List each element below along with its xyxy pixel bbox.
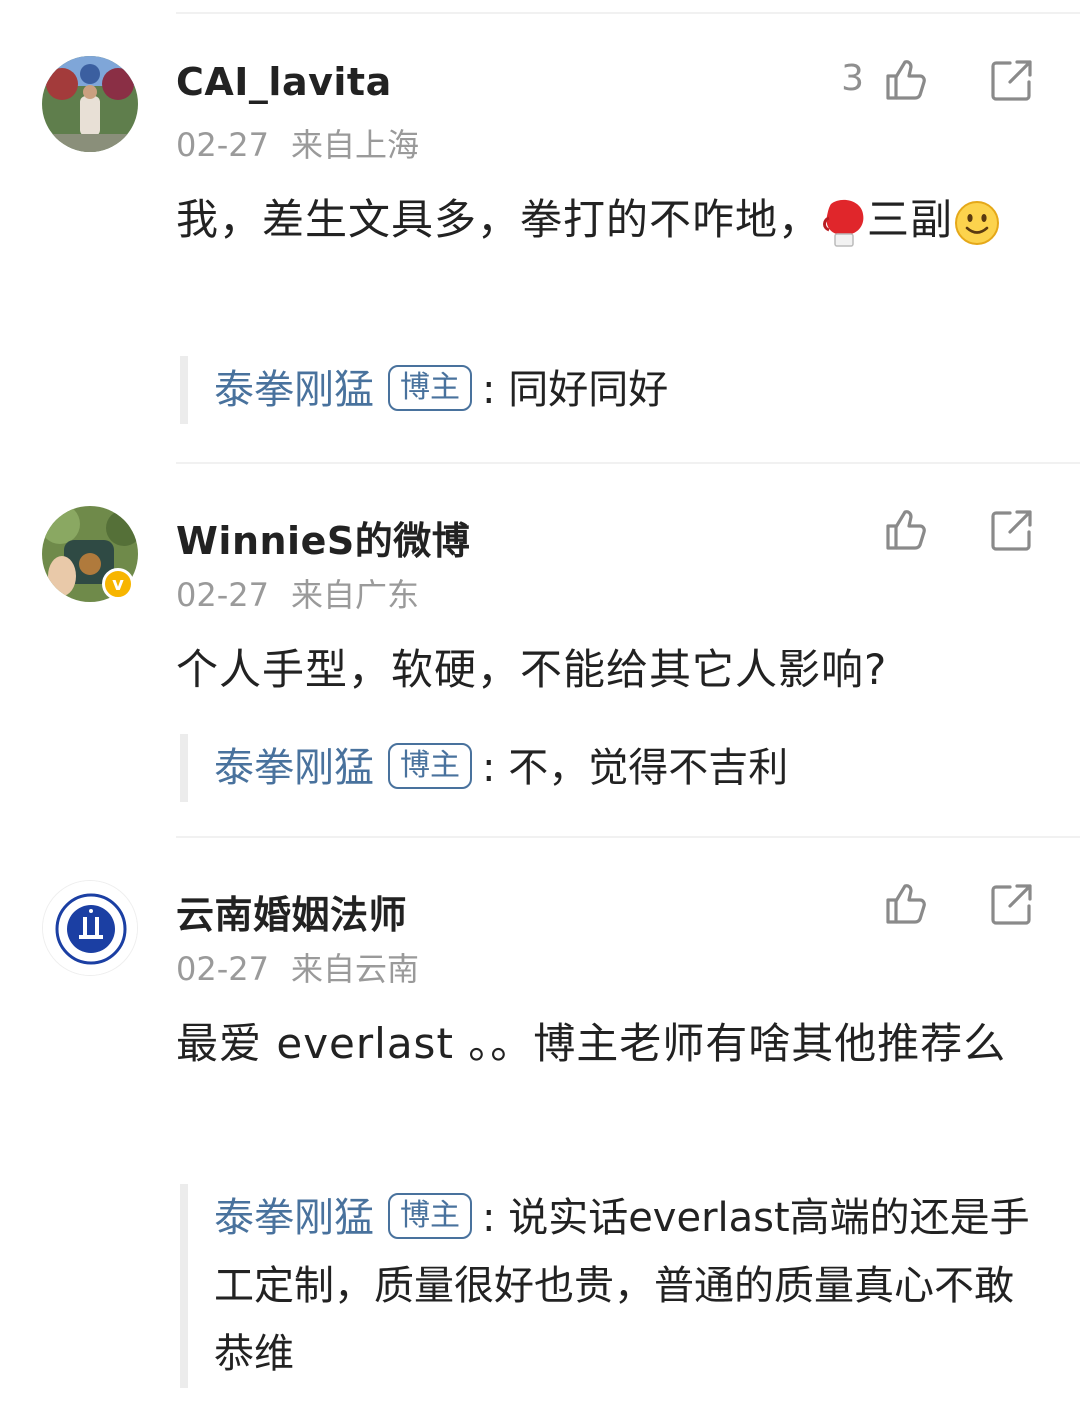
reply-text: 不，觉得不吉利 bbox=[508, 745, 789, 791]
comment-text: 最爱 everlast 。。博主老师有啥其他推荐么 bbox=[176, 1019, 1007, 1068]
reply-separator: : bbox=[482, 367, 496, 413]
comment-meta: 02-27 来自云南 bbox=[176, 944, 419, 990]
comment-text: 我，差生文具多，拳打的不咋地， 三副 bbox=[176, 182, 1036, 258]
avatar[interactable] bbox=[42, 880, 138, 976]
reply-text: 同好同好 bbox=[508, 367, 669, 413]
comment-text-part: 三副 bbox=[867, 195, 954, 244]
avatar[interactable] bbox=[42, 56, 138, 152]
comment-date: 02-27 bbox=[176, 126, 269, 164]
blogger-tag: 博主 bbox=[388, 365, 472, 411]
share-icon[interactable] bbox=[988, 56, 1036, 104]
boxing-glove-icon bbox=[823, 199, 864, 247]
blogger-reply[interactable]: 泰拳刚猛 博主: 说实话everlast高端的还是手工定制，质量很好也贵，普通的质… bbox=[180, 1184, 1050, 1388]
share-icon[interactable] bbox=[988, 506, 1036, 554]
blogger-reply[interactable]: 泰拳刚猛 博主: 同好同好 bbox=[180, 356, 1050, 424]
reply-author[interactable]: 泰拳刚猛 bbox=[214, 1195, 374, 1241]
comment-date: 02-27 bbox=[176, 950, 269, 988]
top-divider bbox=[176, 12, 1080, 14]
like-count: 3 bbox=[841, 58, 864, 99]
thumbs-up-icon[interactable] bbox=[882, 56, 930, 104]
thumbs-up-icon[interactable] bbox=[882, 880, 930, 928]
blogger-tag: 博主 bbox=[388, 1193, 472, 1239]
comment-date: 02-27 bbox=[176, 576, 269, 614]
comment-location: 来自云南 bbox=[290, 950, 419, 988]
comment-meta: 02-27 来自广东 bbox=[176, 570, 419, 616]
comment-location: 来自上海 bbox=[290, 126, 419, 164]
comment-location: 来自广东 bbox=[290, 576, 419, 614]
username[interactable]: WinnieS的微博 bbox=[176, 510, 470, 565]
comment-meta: 02-27 来自上海 bbox=[176, 120, 419, 166]
reply-separator: : bbox=[482, 745, 496, 791]
blogger-reply[interactable]: 泰拳刚猛 博主: 不，觉得不吉利 bbox=[180, 734, 1050, 802]
comment-text-part: 我，差生文具多，拳打的不咋地， bbox=[176, 195, 822, 244]
comment-divider bbox=[176, 836, 1080, 838]
reply-author[interactable]: 泰拳刚猛 bbox=[214, 745, 374, 791]
reply-author[interactable]: 泰拳刚猛 bbox=[214, 367, 374, 413]
share-icon[interactable] bbox=[988, 880, 1036, 928]
username[interactable]: CAI_lavita bbox=[176, 60, 392, 104]
verified-badge: v bbox=[102, 568, 134, 600]
thumbs-up-icon[interactable] bbox=[882, 506, 930, 554]
username[interactable]: 云南婚姻法师 bbox=[176, 884, 407, 939]
smiley-icon bbox=[955, 200, 1000, 245]
comment-text: 个人手型，软硬，不能给其它人影响? bbox=[176, 645, 888, 694]
reply-separator: : bbox=[482, 1195, 496, 1241]
comment-divider bbox=[176, 462, 1080, 464]
blogger-tag: 博主 bbox=[388, 743, 472, 789]
